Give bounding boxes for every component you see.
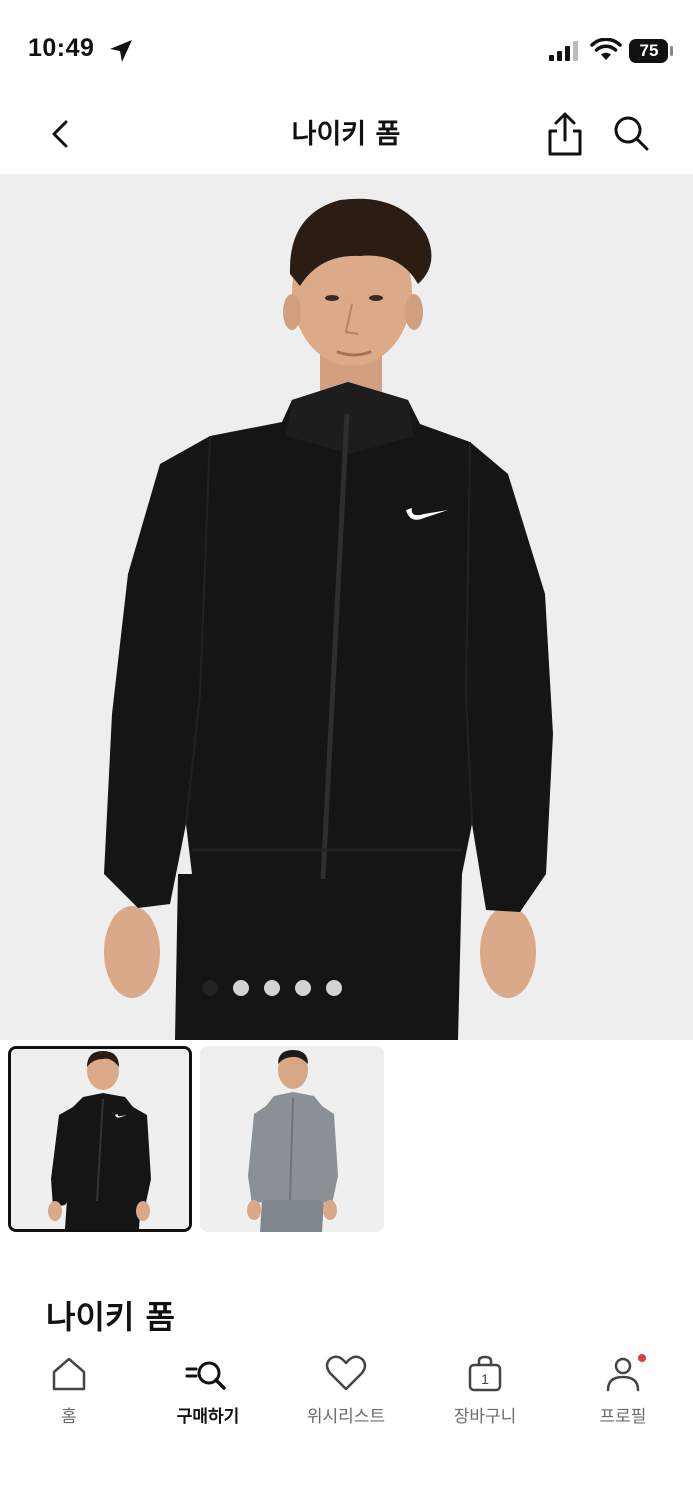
location-arrow-icon [110, 40, 132, 62]
tab-home[interactable]: 홈 [9, 1354, 129, 1444]
tab-label: 위시리스트 [306, 1407, 386, 1427]
back-chevron-icon[interactable] [40, 112, 80, 156]
tab-label: 구매하기 [176, 1407, 240, 1427]
top-nav: 나이키 폼 [0, 100, 693, 174]
carousel-dot[interactable] [325, 980, 342, 996]
status-bar: 10:49 75 [0, 0, 693, 100]
product-title: 나이키 폼 [46, 1298, 175, 1336]
home-icon [52, 1357, 86, 1391]
carousel-dots [0, 980, 618, 996]
signal-icon [549, 41, 578, 61]
tab-label: 장바구니 [453, 1407, 517, 1427]
bag-icon: 1 [468, 1355, 502, 1392]
carousel-dot[interactable] [201, 980, 218, 996]
carousel-dot[interactable] [263, 980, 280, 996]
carousel-dot[interactable] [232, 980, 249, 996]
thumbnail-gray-image [200, 1046, 384, 1232]
tab-label: 프로필 [599, 1407, 647, 1427]
shop-search-icon [185, 1361, 226, 1390]
product-hero-image[interactable] [0, 174, 693, 1040]
notification-dot [638, 1354, 646, 1362]
cart-count: 1 [481, 1371, 489, 1387]
color-thumbnails [8, 1046, 688, 1232]
profile-icon [606, 1357, 640, 1392]
tab-shop[interactable]: 구매하기 [148, 1354, 268, 1444]
bottom-tab-bar: 홈 구매하기 위시리스트 1 장바구니 프로필 [0, 1340, 693, 1500]
search-icon[interactable] [610, 112, 652, 154]
thumbnail-black-image [11, 1049, 189, 1229]
tab-wishlist[interactable]: 위시리스트 [286, 1354, 406, 1444]
tab-label: 홈 [61, 1407, 77, 1427]
thumbnail-black[interactable] [8, 1046, 192, 1232]
tab-profile[interactable]: 프로필 [563, 1354, 683, 1444]
model-black-jacket-image [104, 198, 553, 1040]
tab-cart[interactable]: 1 장바구니 [425, 1354, 545, 1444]
thumbnail-gray[interactable] [200, 1046, 384, 1232]
heart-icon [325, 1355, 367, 1391]
wifi-icon [590, 38, 622, 60]
carousel-dot[interactable] [294, 980, 311, 996]
share-icon[interactable] [544, 110, 586, 158]
page-title: 나이키 폼 [291, 119, 401, 150]
battery-level: 75 [639, 41, 659, 60]
status-time: 10:49 [28, 34, 95, 62]
